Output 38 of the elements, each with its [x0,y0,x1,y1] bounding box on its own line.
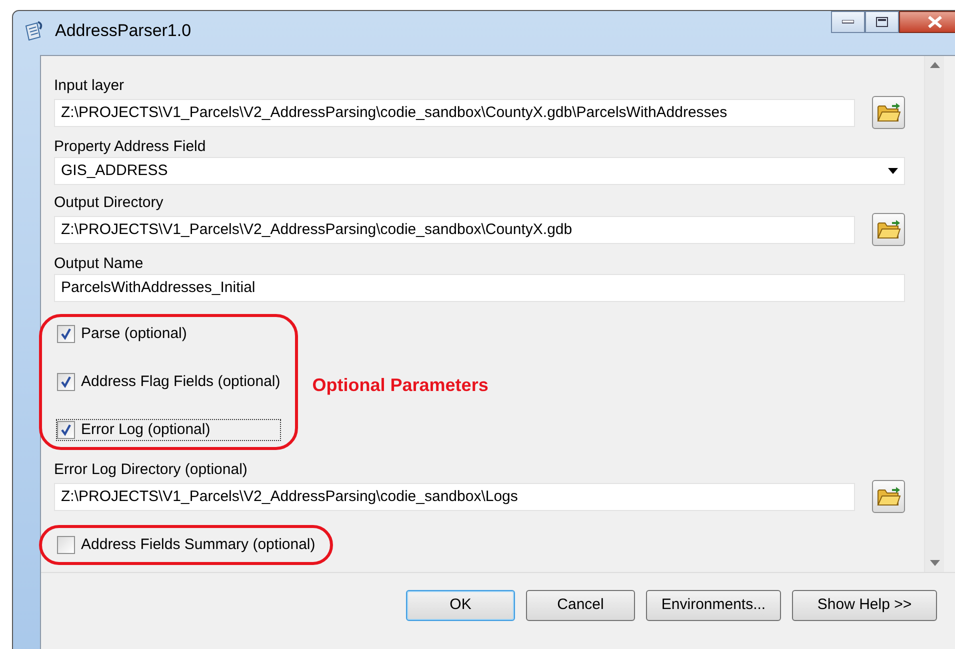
dialog-button[interactable]: Cancel [526,590,635,621]
browse-button[interactable] [872,213,905,246]
minimize-icon [842,20,854,24]
window-title: AddressParser1.0 [55,20,192,42]
close-button[interactable] [899,11,955,33]
dropdown-value: GIS_ADDRESS [61,161,168,181]
caret-icon [888,168,898,174]
annotation-text: Optional Parameters [312,374,488,397]
close-icon [927,16,943,28]
check-icon [60,376,72,388]
field-label: Output Directory [54,193,164,213]
dialog-button[interactable]: Show Help >> [792,590,937,621]
input-field[interactable]: Z:\PROJECTS\V1_Parcels\V2_AddressParsing\codie_sandbox\Logs [54,482,855,510]
maximize-button[interactable] [865,11,899,33]
input-field[interactable]: Z:\PROJECTS\V1_Parcels\V2_AddressParsing\codie_sandbox\CountyX.gdb [54,216,855,244]
dialog-button[interactable]: OK [406,590,515,621]
app-icon [23,20,45,42]
scrollbar[interactable] [924,56,944,572]
checkbox[interactable]: Address Flag Fields (optional) [56,371,282,393]
maximize-icon [876,17,888,27]
check-icon [60,424,72,436]
scroll-up-icon[interactable] [930,62,940,68]
checkbox[interactable]: Parse (optional) [56,323,282,345]
field-label: Property Address Field [54,137,207,157]
check-icon [60,328,72,340]
dropdown-field[interactable]: GIS_ADDRESS [54,157,905,185]
checkbox[interactable]: Address Fields Summary (optional) [56,534,316,556]
field-label: Input layer [54,76,126,96]
field-label: Error Log Directory (optional) [54,460,248,480]
minimize-button[interactable] [831,11,865,33]
scroll-down-icon[interactable] [930,560,940,566]
input-field[interactable]: Z:\PROJECTS\V1_Parcels\V2_AddressParsing\codie_sandbox\CountyX.gdb\ParcelsWithAddresses [54,98,855,126]
dialog-button[interactable]: Environments... [646,590,781,621]
checkbox[interactable]: Error Log (optional) [56,419,282,441]
field-label: Output Name [54,254,144,274]
input-field[interactable]: ParcelsWithAddresses_Initial [54,274,905,302]
browse-button[interactable] [872,480,905,513]
browse-button[interactable] [872,96,905,129]
